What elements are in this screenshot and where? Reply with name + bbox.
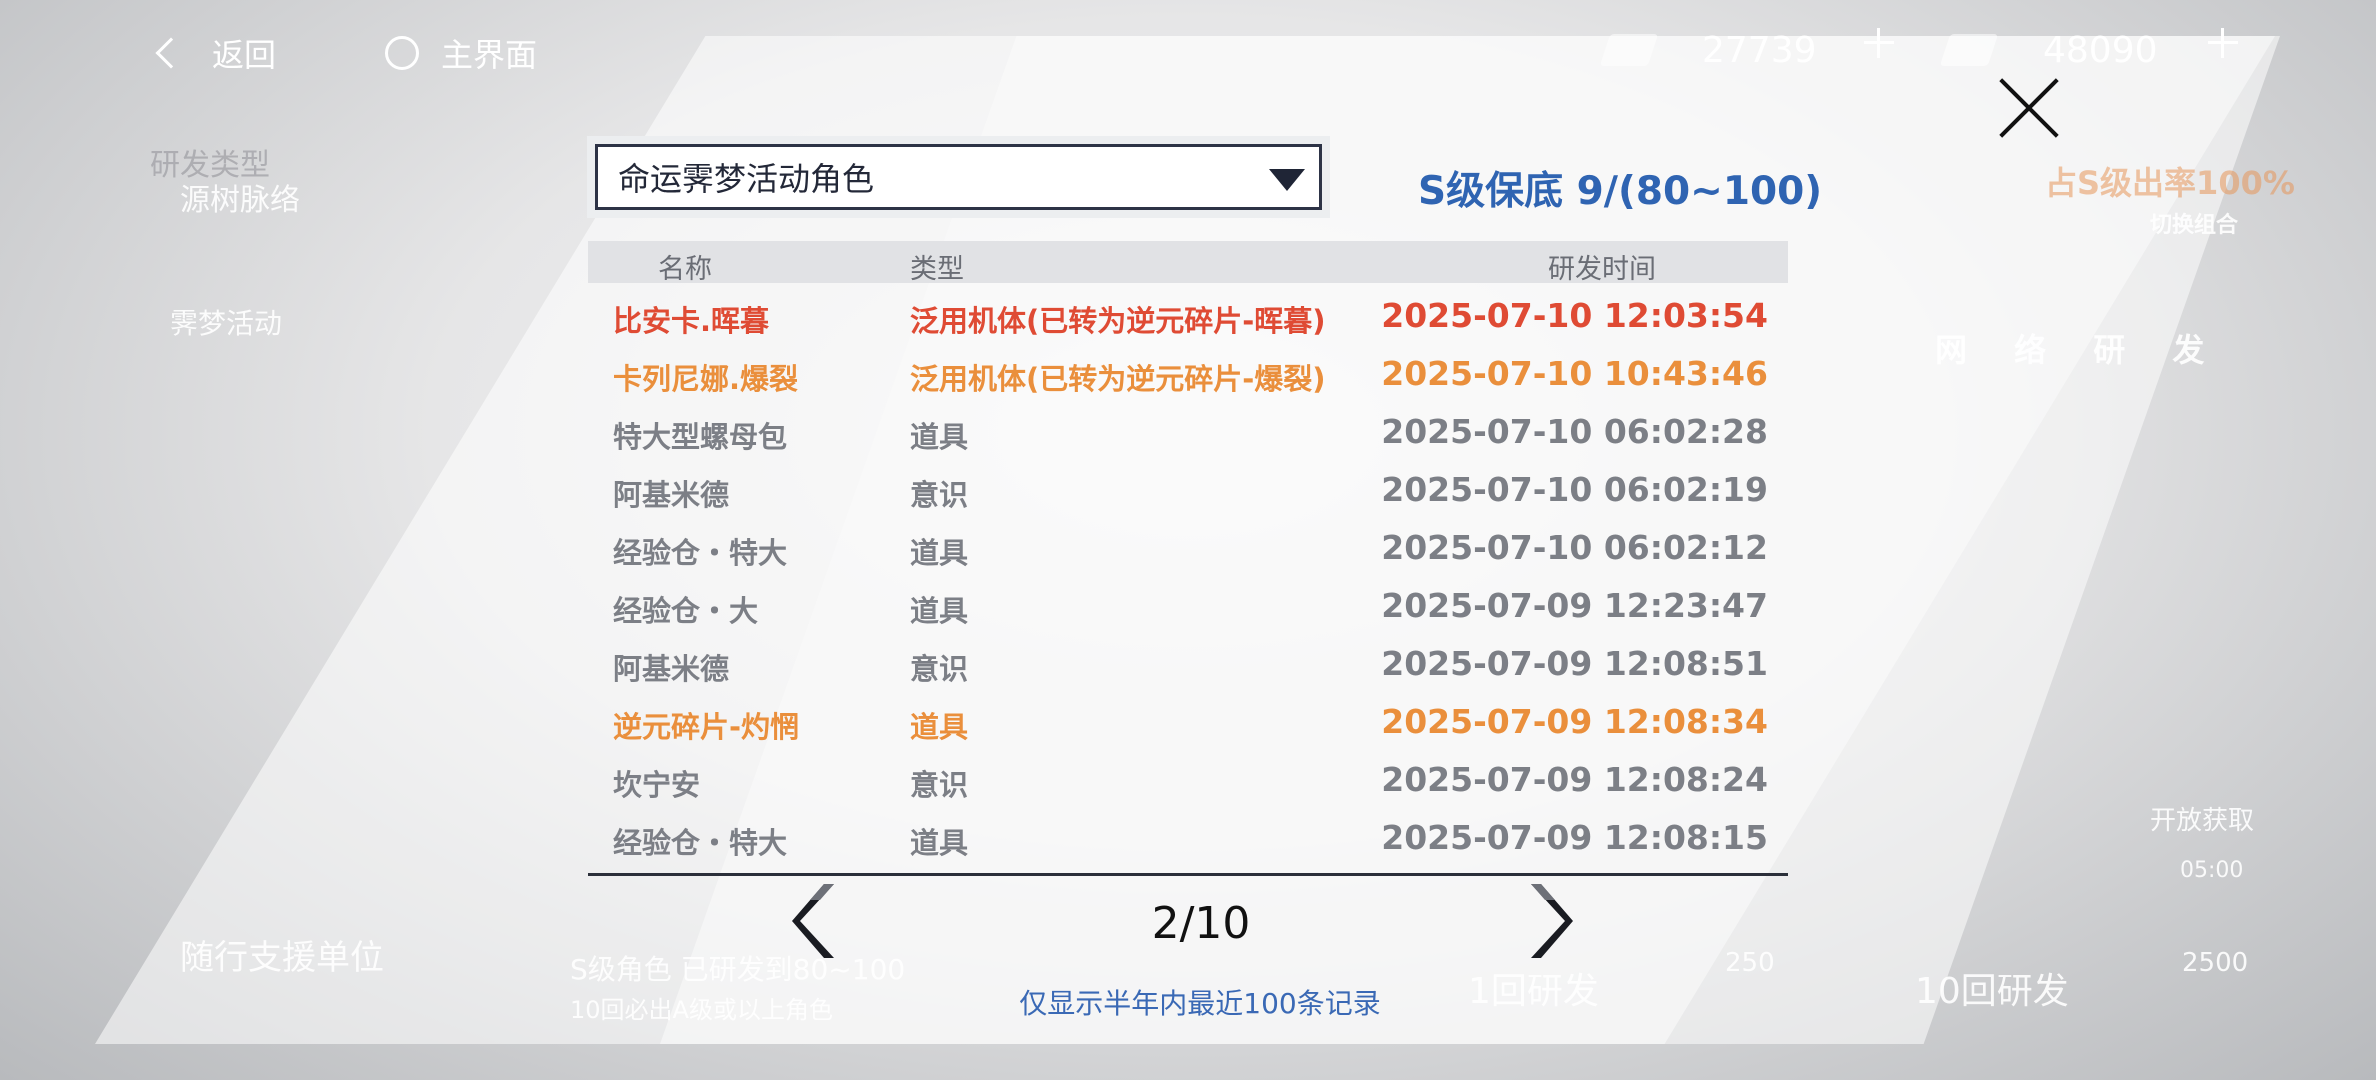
table-row: 逆元碎片-灼惘 道具 2025-07-09 12:08:34 (588, 694, 1788, 752)
record-time: 2025-07-10 12:03:54 (1381, 296, 1768, 335)
record-time: 2025-07-09 12:08:15 (1381, 818, 1768, 857)
record-type: 道具 (910, 536, 969, 570)
record-name: 卡列尼娜.爆裂 (613, 362, 799, 396)
home-circle-icon (385, 36, 419, 70)
record-name: 比安卡.晖暮 (613, 304, 770, 338)
home-label: 主界面 (441, 36, 538, 74)
record-type: 意识 (910, 478, 969, 512)
record-type: 意识 (910, 768, 969, 802)
pool-select-value: 命运霁梦活动角色 (618, 160, 875, 198)
record-name: 经验仓・特大 (613, 536, 788, 570)
record-name: 坎宁安 (613, 768, 701, 802)
chevron-right-shade (1531, 884, 1555, 900)
next-page-button[interactable] (1527, 882, 1575, 960)
page-indicator: 2/10 (1151, 898, 1251, 949)
craft-card-icon (1599, 34, 1659, 66)
table-row: 比安卡.晖暮 泛用机体(已转为逆元碎片-晖暮) 2025-07-10 12:03:5… (588, 288, 1788, 346)
table-body: 比安卡.晖暮 泛用机体(已转为逆元碎片-晖暮) 2025-07-10 12:03:5… (588, 283, 1788, 876)
chevron-right-icon (1531, 884, 1573, 958)
records-footnote: 仅显示半年内最近100条记录 (1019, 987, 1381, 1020)
record-type: 泛用机体(已转为逆元碎片-晖暮) (910, 304, 1326, 338)
record-time: 2025-07-09 12:08:51 (1381, 644, 1768, 683)
record-type: 道具 (910, 594, 969, 628)
record-time: 2025-07-10 06:02:12 (1381, 528, 1768, 567)
table-row: 卡列尼娜.爆裂 泛用机体(已转为逆元碎片-爆裂) 2025-07-10 10:43:… (588, 346, 1788, 404)
record-name: 经验仓・特大 (613, 826, 788, 860)
pity-counter: S级保底 9/(80~100) (1418, 169, 1823, 214)
record-type: 道具 (910, 710, 969, 744)
back-label: 返回 (212, 36, 277, 74)
add-resource-2-button[interactable] (2208, 28, 2238, 58)
resource-1-value: 27739 (1702, 30, 1817, 71)
prev-page-button[interactable] (790, 882, 838, 960)
record-time: 2025-07-10 06:02:19 (1381, 470, 1768, 509)
close-icon[interactable] (1995, 75, 2061, 141)
research-history-dialog: 命运霁梦活动角色 S级保底 9/(80~100) 名称 类型 研发时间 比安卡.… (585, 130, 1822, 1030)
record-time: 2025-07-10 06:02:28 (1381, 412, 1768, 451)
bg-countdown: 05:00 (2180, 858, 2244, 883)
bg-ten-draw[interactable]: 10回研发 (1915, 962, 2069, 1014)
table-row: 经验仓・特大 道具 2025-07-10 06:02:12 (588, 520, 1788, 578)
record-time: 2025-07-09 12:08:24 (1381, 760, 1768, 799)
table-row: 特大型螺母包 道具 2025-07-10 06:02:28 (588, 404, 1788, 462)
record-name: 特大型螺母包 (613, 420, 788, 454)
bg-support-unit: 随行支援单位 (180, 938, 384, 978)
resource-2-value: 48090 (2043, 30, 2158, 71)
table-row: 经验仓・大 道具 2025-07-09 12:23:47 (588, 578, 1788, 636)
bg-source-tab: 源树脉络 (180, 183, 300, 218)
bg-switch-combo: 切换组合 (2150, 213, 2239, 238)
bg-network-research: 网 络 研 发 (1935, 331, 2223, 369)
record-name: 阿基米德 (613, 478, 730, 512)
header-name: 名称 (658, 254, 712, 285)
record-name: 逆元碎片-灼惘 (613, 710, 800, 744)
table-row: 经验仓・特大 道具 2025-07-09 12:08:15 (588, 810, 1788, 868)
home-button[interactable]: 主界面 (385, 28, 537, 78)
table-row: 阿基米德 意识 2025-07-09 12:08:51 (588, 636, 1788, 694)
chevron-left-shade (810, 884, 834, 900)
table-row: 阿基米德 意识 2025-07-10 06:02:19 (588, 462, 1788, 520)
history-table: 名称 类型 研发时间 比安卡.晖暮 泛用机体(已转为逆元碎片-晖暮) 2025-07… (588, 241, 1788, 876)
header-type: 类型 (910, 254, 964, 285)
chevron-left-icon (155, 37, 187, 69)
record-type: 道具 (910, 826, 969, 860)
record-time: 2025-07-09 12:08:34 (1381, 702, 1768, 741)
record-type: 泛用机体(已转为逆元碎片-爆裂) (910, 362, 1326, 396)
record-type: 道具 (910, 420, 969, 454)
record-name: 经验仓・大 (613, 594, 759, 628)
record-time: 2025-07-09 12:23:47 (1381, 586, 1768, 625)
bg-open-get: 开放获取 (2150, 806, 2255, 836)
bg-event-tab: 霁梦活动 (170, 307, 283, 340)
bg-ten-cost: 2500 (2182, 948, 2249, 978)
table-row: 坎宁安 意识 2025-07-09 12:08:24 (588, 752, 1788, 810)
table-header: 名称 类型 研发时间 (588, 241, 1788, 285)
back-button[interactable]: 返回 (150, 28, 276, 78)
header-time: 研发时间 (1548, 254, 1656, 285)
bg-s-rate: 占S级出率100% (2045, 164, 2295, 202)
record-name: 阿基米德 (613, 652, 730, 686)
black-card-icon (1939, 34, 1999, 66)
triangle-down-icon (1269, 169, 1305, 191)
add-resource-1-button[interactable] (1864, 28, 1894, 58)
record-time: 2025-07-10 10:43:46 (1381, 354, 1768, 393)
record-type: 意识 (910, 652, 969, 686)
chevron-left-icon (792, 884, 834, 958)
pool-select-dropdown[interactable]: 命运霁梦活动角色 (595, 144, 1322, 210)
